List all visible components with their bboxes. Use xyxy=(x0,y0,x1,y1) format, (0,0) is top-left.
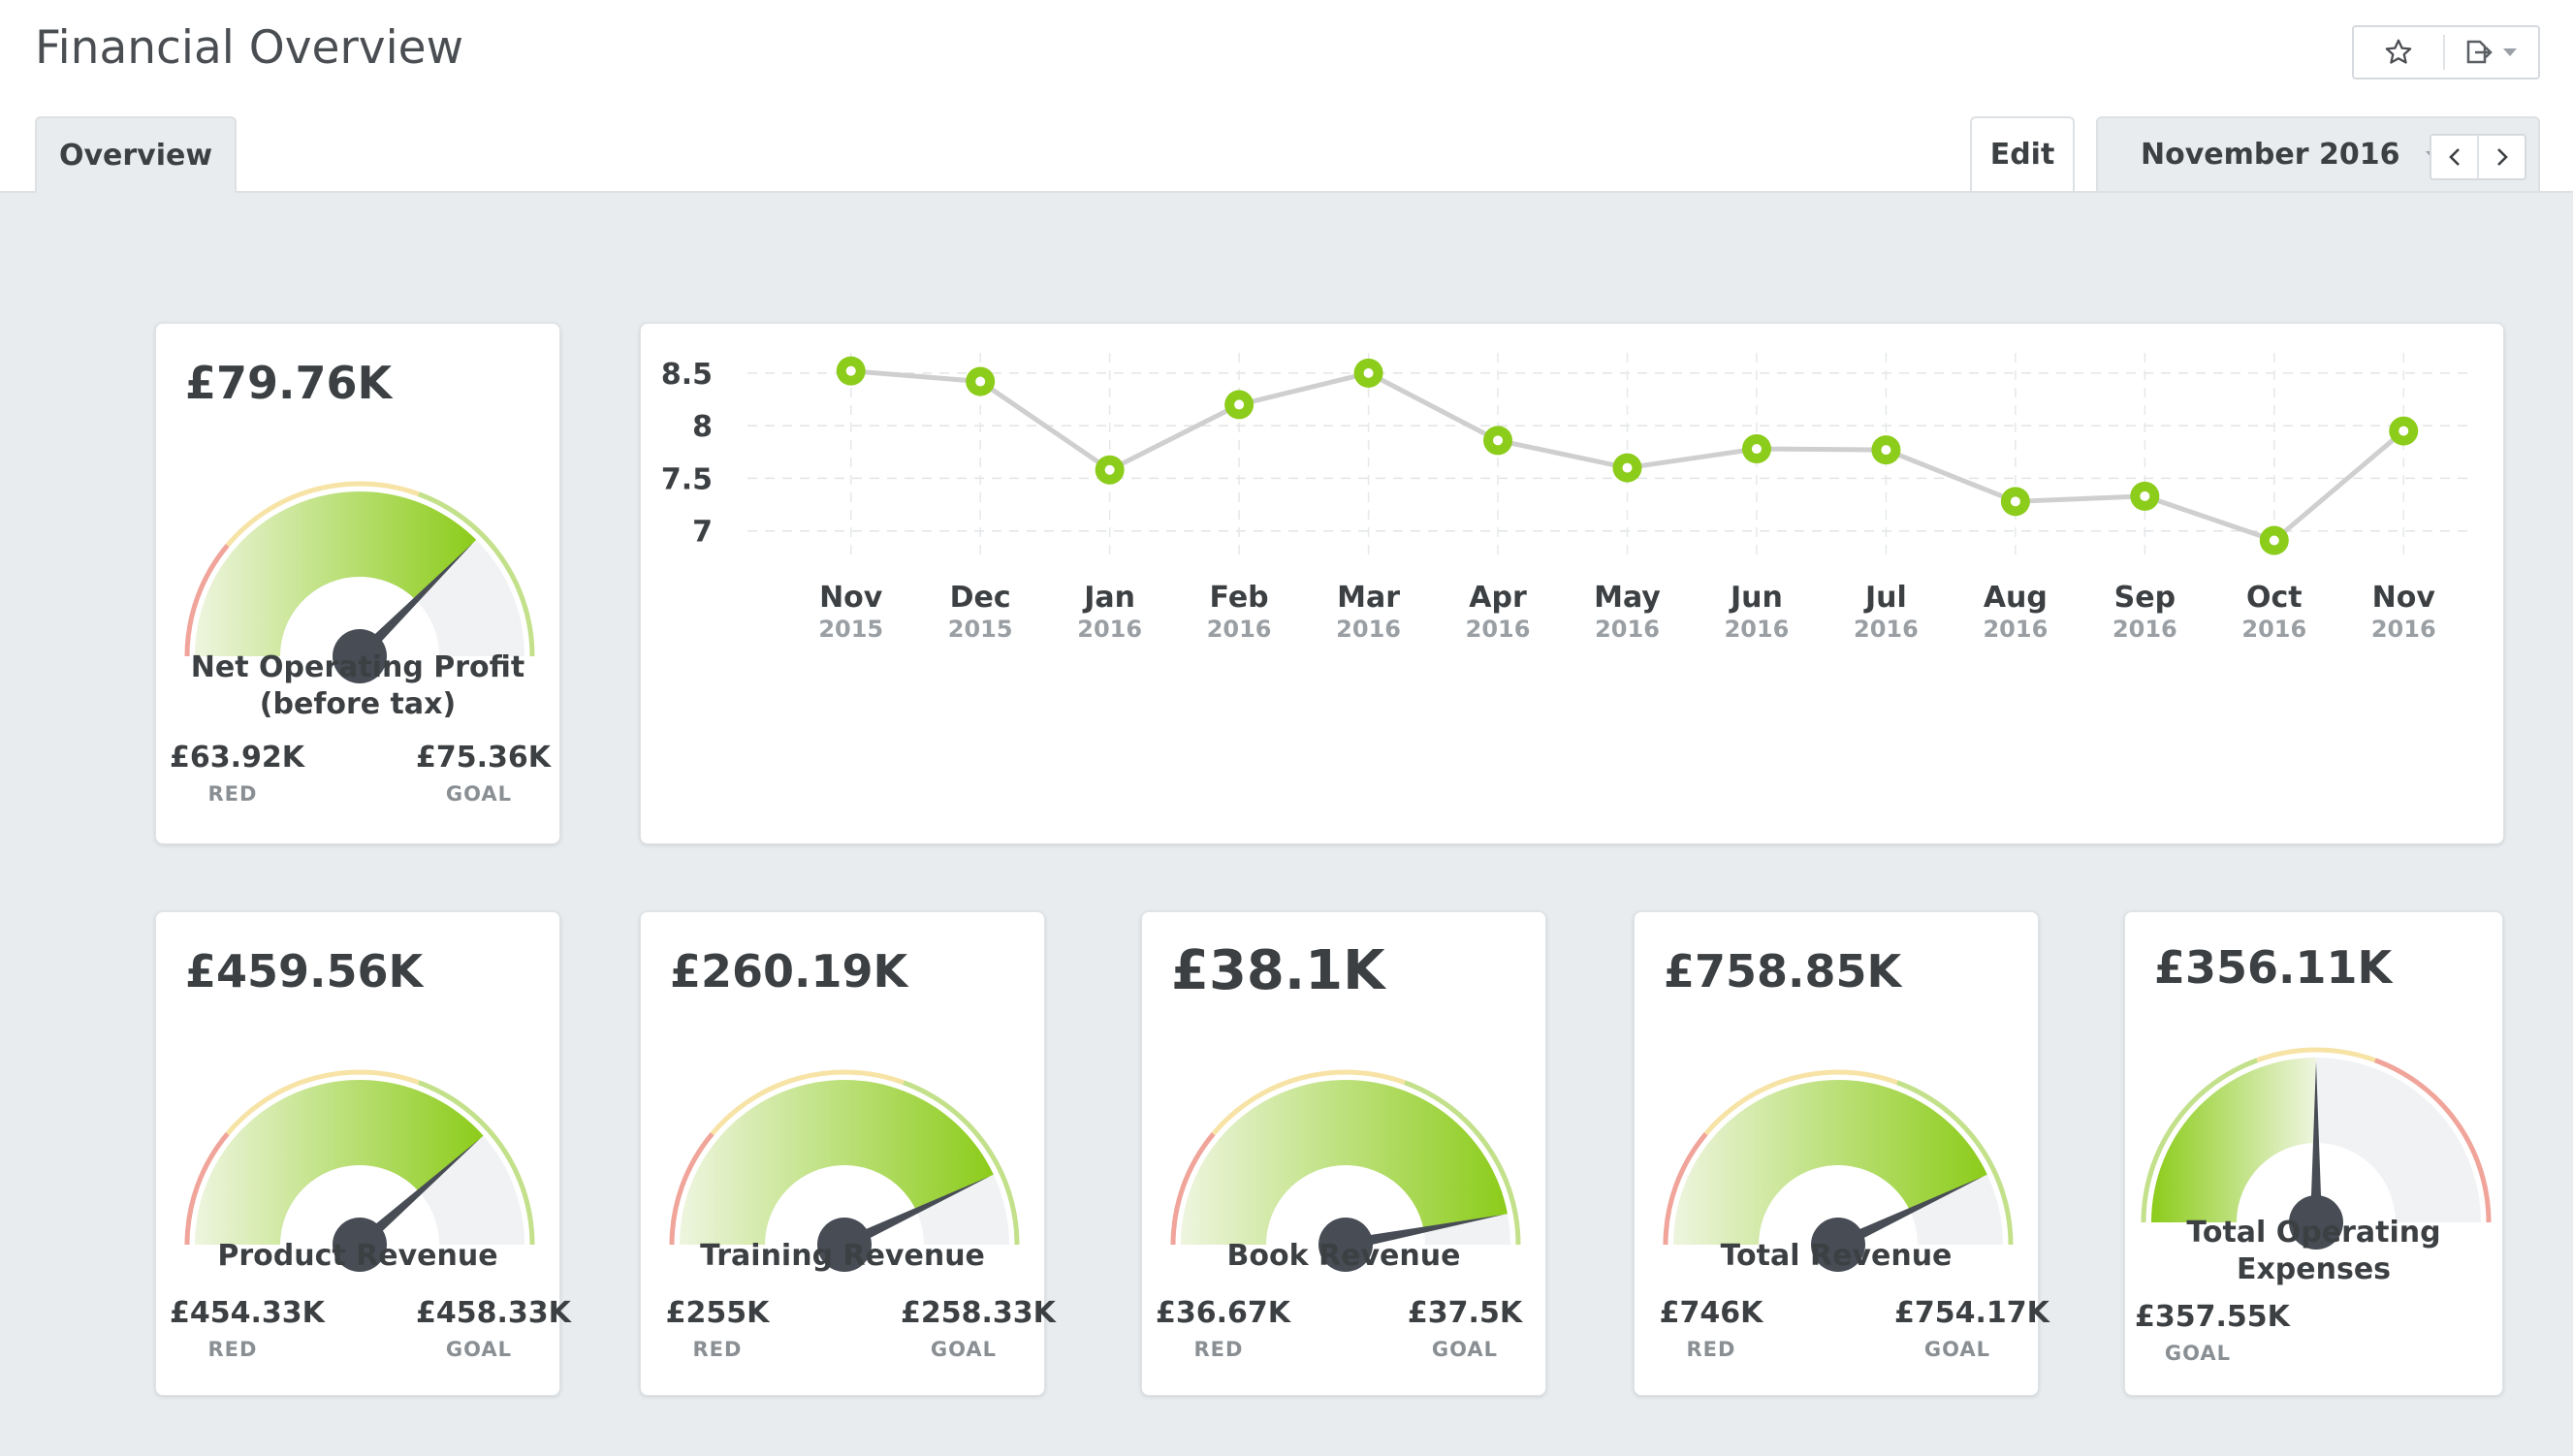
kpi-card-total-operating-expenses[interactable]: £356.11K Total Operating Expenses £357.5… xyxy=(2124,911,2503,1396)
star-icon xyxy=(2385,39,2412,64)
gauge-label: Total Revenue xyxy=(1720,1239,1953,1273)
x-tick-month: Sep xyxy=(2114,581,2176,615)
period-nav xyxy=(2430,134,2526,180)
x-tick-month: Jul xyxy=(1863,581,1907,615)
gauge-label: Product Revenue xyxy=(217,1239,498,1273)
kpi-value: £356.11K xyxy=(2154,941,2393,994)
x-tick-year: 2016 xyxy=(2112,616,2177,643)
chevron-right-icon xyxy=(2496,148,2508,166)
page-title: Financial Overview xyxy=(35,21,464,75)
export-button[interactable] xyxy=(2445,27,2538,78)
red-threshold: £454.33K RED xyxy=(170,1296,325,1361)
x-tick-month: Dec xyxy=(950,581,1011,615)
x-tick-month: Oct xyxy=(2246,581,2303,615)
period-selector: November 2016 xyxy=(2096,116,2540,191)
favorite-export-group xyxy=(2352,25,2540,79)
x-tick-month: Jan xyxy=(1082,581,1135,615)
gauge-fill xyxy=(2151,1058,2316,1222)
x-tick-month: Mar xyxy=(1337,581,1400,615)
y-tick-label: 8.5 xyxy=(661,358,713,392)
caret-down-icon xyxy=(2503,48,2517,56)
export-icon xyxy=(2466,40,2493,64)
kpi-card-book-revenue[interactable]: £38.1K Book Revenue £36.67K RED £37.5K G… xyxy=(1141,911,1546,1396)
red-threshold: £746K RED xyxy=(1659,1296,1763,1361)
x-tick-month: Nov xyxy=(2372,581,2436,615)
kpi-value: £758.85K xyxy=(1664,945,1902,997)
goal-threshold: £754.17K GOAL xyxy=(1894,1296,2049,1361)
x-tick-month: Aug xyxy=(1984,581,2048,615)
data-point[interactable] xyxy=(1353,358,1383,388)
trend-chart-card: 8.5 8 7.5 7 Nov 2015 Dec 2015 Jan 2016 Feb 2016 Mar 2… xyxy=(640,323,2504,844)
y-tick-label: 7 xyxy=(692,516,713,550)
top-bar: Financial Overview Overview Edit Novembe… xyxy=(0,0,2573,193)
y-tick-label: 8 xyxy=(692,410,713,444)
gauge-label: Training Revenue xyxy=(700,1239,985,1273)
x-tick-month: May xyxy=(1594,581,1661,615)
data-point[interactable] xyxy=(2130,481,2160,511)
kpi-card-net-operating-profit[interactable]: £79.76K Net Operating Profit (before tax… xyxy=(155,323,560,844)
period-dropdown[interactable]: November 2016 xyxy=(2141,118,2440,191)
goal-threshold: £258.33K GOAL xyxy=(901,1296,1056,1361)
x-tick-year: 2016 xyxy=(1983,616,2048,643)
kpi-card-training-revenue[interactable]: £260.19K Training Revenue £255K RED £258… xyxy=(640,911,1056,1396)
next-period-button[interactable] xyxy=(2477,136,2525,178)
favorite-button[interactable] xyxy=(2354,27,2443,78)
x-tick-year: 2016 xyxy=(1077,616,1142,643)
red-threshold: £36.67K RED xyxy=(1156,1296,1291,1361)
data-point[interactable] xyxy=(966,366,996,396)
data-point[interactable] xyxy=(1612,453,1642,483)
chevron-left-icon xyxy=(2448,148,2460,166)
y-tick-label: 7.5 xyxy=(661,462,713,496)
gauge-fill xyxy=(195,491,477,656)
goal-threshold: £458.33K GOAL xyxy=(416,1296,571,1361)
x-tick-month: Apr xyxy=(1469,581,1527,615)
kpi-value: £260.19K xyxy=(670,945,908,997)
goal-threshold: £37.5K GOAL xyxy=(1407,1296,1523,1361)
x-tick-month: Nov xyxy=(819,581,883,615)
tab-overview[interactable]: Overview xyxy=(35,116,237,193)
kpi-card-total-revenue[interactable]: £758.85K Total Revenue £746K RED £754.17… xyxy=(1634,911,2049,1396)
x-tick-year: 2015 xyxy=(948,616,1013,643)
goal-threshold: £75.36K GOAL xyxy=(416,741,552,806)
x-tick-year: 2016 xyxy=(1595,616,1660,643)
x-tick-year: 2016 xyxy=(1336,616,1401,643)
data-point[interactable] xyxy=(1095,455,1125,485)
x-tick-month: Jun xyxy=(1729,581,1783,615)
previous-period-button[interactable] xyxy=(2431,136,2477,178)
data-point[interactable] xyxy=(2259,525,2289,555)
x-tick-year: 2016 xyxy=(1725,616,1790,643)
line-chart: 8.587.57Nov2015Dec2015Jan2016Feb2016Mar2… xyxy=(661,353,2468,643)
data-point[interactable] xyxy=(2389,416,2419,446)
period-label: November 2016 xyxy=(2141,138,2400,172)
data-point[interactable] xyxy=(1224,390,1255,420)
data-point[interactable] xyxy=(1741,434,1771,464)
x-tick-year: 2016 xyxy=(1466,616,1531,643)
x-tick-year: 2015 xyxy=(818,616,883,643)
data-point[interactable] xyxy=(1483,426,1513,456)
kpi-card-product-revenue[interactable]: £459.56K Product Revenue £454.33K RED £4… xyxy=(155,911,571,1396)
x-tick-year: 2016 xyxy=(2241,616,2306,643)
edit-button[interactable]: Edit xyxy=(1970,116,2075,191)
red-threshold: £63.92K RED xyxy=(170,741,305,806)
kpi-value: £79.76K xyxy=(185,357,393,409)
x-tick-year: 2016 xyxy=(1854,616,1919,643)
gauge-label: Total Operating Expenses xyxy=(2186,1216,2441,1286)
x-tick-year: 2016 xyxy=(2371,616,2436,643)
gauge-label: Book Revenue xyxy=(1226,1239,1461,1273)
goal-threshold: £357.55K GOAL xyxy=(2135,1300,2290,1365)
gauge-label: Net Operating Profit (before tax) xyxy=(190,650,525,721)
data-point[interactable] xyxy=(1871,435,1901,465)
data-point[interactable] xyxy=(2000,487,2030,517)
kpi-value: £459.56K xyxy=(185,945,424,997)
x-tick-year: 2016 xyxy=(1207,616,1272,643)
x-tick-month: Feb xyxy=(1210,581,1269,615)
red-threshold: £255K RED xyxy=(665,1296,770,1361)
kpi-value: £38.1K xyxy=(1171,939,1385,1002)
data-point[interactable] xyxy=(836,356,866,386)
